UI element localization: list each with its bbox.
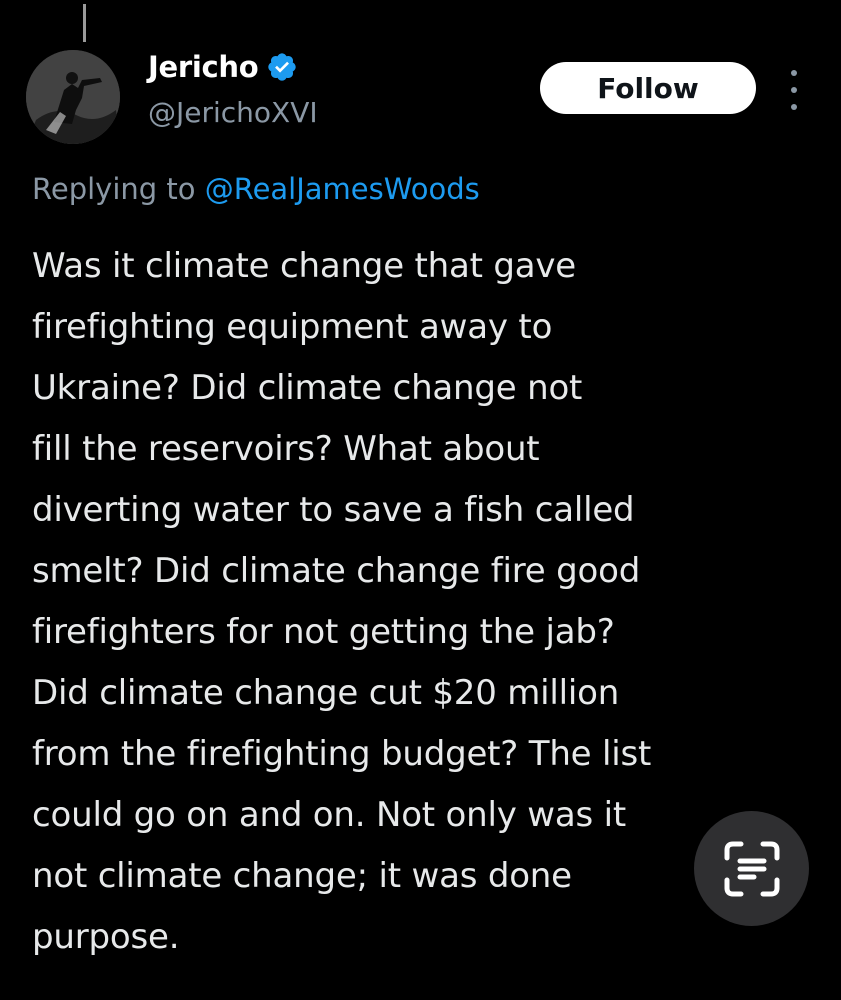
more-dot <box>791 104 797 110</box>
avatar-image <box>26 50 120 144</box>
verified-badge-icon <box>268 53 297 81</box>
more-vertical-icon[interactable] <box>780 70 808 110</box>
tweet-line: firefighting equipment away to <box>32 307 553 347</box>
more-dot <box>791 87 797 93</box>
tweet-line: from the firefighting budget? The list <box>32 734 652 774</box>
text-scan-icon <box>724 841 779 896</box>
tweet-line: purpose. <box>32 917 180 957</box>
tweet-line: diverting water to save a fish called <box>32 490 635 530</box>
replying-to-line: Replying to @RealJamesWoods <box>32 172 480 206</box>
tweet-line: Was it climate change that gave <box>32 246 577 286</box>
more-dot <box>791 70 797 76</box>
avatar[interactable] <box>26 50 120 144</box>
tweet-line: firefighters for not getting the jab? <box>32 612 615 652</box>
tweet-line: could go on and on. Not only was it <box>32 795 627 835</box>
author-display-name[interactable]: Jericho <box>148 50 259 84</box>
tweet-line: fill the reservoirs? What about <box>32 429 540 469</box>
thread-connector-line <box>83 4 86 42</box>
tweet-line: Ukraine? Did climate change not <box>32 368 583 408</box>
reply-mention-link[interactable]: @RealJamesWoods <box>205 172 480 206</box>
tweet-line: Did climate change cut $20 million <box>32 673 620 713</box>
author-handle[interactable]: @JerichoXVI <box>148 96 318 129</box>
author-name-row[interactable]: Jericho <box>148 50 298 84</box>
text-scan-button[interactable] <box>694 811 809 926</box>
tweet-line: smelt? Did climate change fire good <box>32 551 641 591</box>
follow-button[interactable]: Follow <box>540 62 756 114</box>
replying-to-prefix: Replying to <box>32 172 196 206</box>
